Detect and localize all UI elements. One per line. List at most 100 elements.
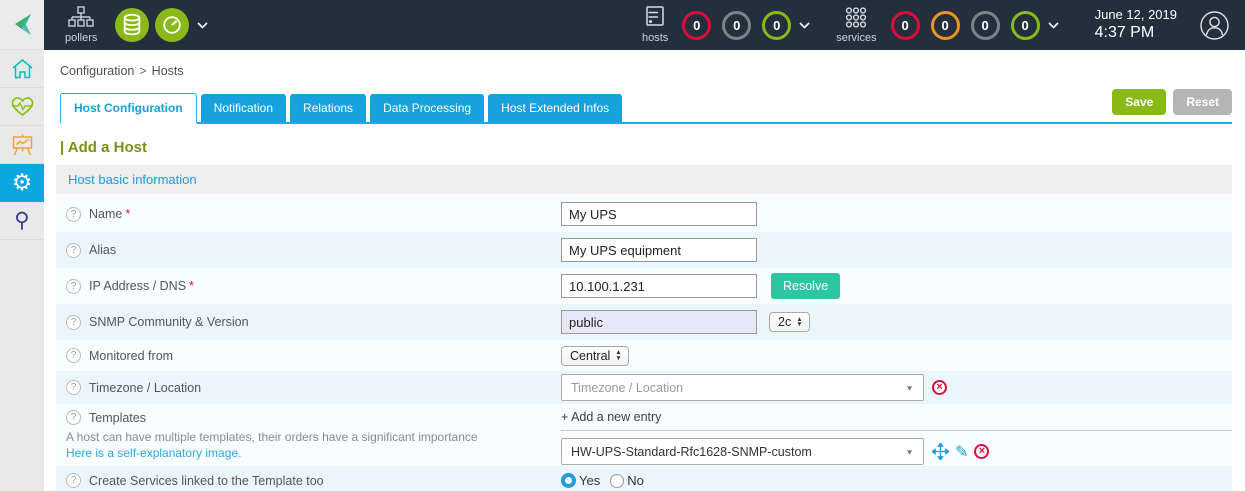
- current-time: 4:37 PM: [1095, 23, 1177, 43]
- tab-relations[interactable]: Relations: [290, 94, 366, 122]
- template-selected-value: HW-UPS-Standard-Rfc1628-SNMP-custom: [571, 445, 812, 459]
- topbar-main: pollers hosts: [44, 0, 1245, 50]
- dropdown-arrow-icon: ▼: [905, 448, 914, 456]
- resolve-button[interactable]: Resolve: [771, 273, 840, 299]
- help-icon[interactable]: ?: [66, 473, 81, 488]
- create-services-label: Create Services linked to the Template t…: [89, 474, 324, 488]
- move-handle-icon[interactable]: [932, 443, 949, 460]
- timezone-placeholder: Timezone / Location: [571, 381, 683, 395]
- section-host-basic-information: Host basic information: [56, 165, 1232, 194]
- dropdown-arrow-icon: ▼: [905, 384, 914, 392]
- form-row-ip-address: ? IP Address / DNS * Resolve: [56, 268, 1232, 304]
- help-icon[interactable]: ?: [66, 410, 81, 425]
- poller-latency-status[interactable]: [155, 8, 189, 42]
- pollers-label: pollers: [65, 32, 97, 44]
- form-row-alias: ? Alias: [56, 232, 1232, 268]
- tab-data-processing[interactable]: Data Processing: [370, 94, 484, 122]
- heart-pulse-icon: [11, 96, 34, 117]
- sidebar: ⚙ ⚲: [0, 50, 44, 491]
- topbar: pollers hosts: [0, 0, 1245, 50]
- services-chevron-down-icon[interactable]: [1048, 22, 1059, 29]
- sidebar-item-home[interactable]: [0, 50, 44, 88]
- timezone-clear-icon[interactable]: ×: [932, 380, 947, 395]
- tab-host-extended-infos[interactable]: Host Extended Infos: [488, 94, 622, 122]
- alias-label: Alias: [89, 243, 116, 257]
- services-critical-counter[interactable]: 0: [891, 11, 920, 40]
- hosts-chevron-down-icon[interactable]: [799, 22, 810, 29]
- template-select[interactable]: HW-UPS-Standard-Rfc1628-SNMP-custom ▼: [561, 438, 924, 465]
- hosts-icon: [644, 6, 666, 30]
- services-unknown-counter[interactable]: 0: [971, 11, 1000, 40]
- reset-button[interactable]: Reset: [1173, 89, 1232, 115]
- services-ok-counter[interactable]: 0: [1011, 11, 1040, 40]
- help-icon[interactable]: ?: [66, 207, 81, 222]
- alias-input[interactable]: [561, 238, 757, 262]
- hosts-up-counter[interactable]: 0: [762, 11, 791, 40]
- tab-bar: Host Configuration Notification Relation…: [60, 89, 1232, 124]
- services-label: services: [836, 32, 876, 44]
- hosts-label: hosts: [642, 32, 668, 44]
- ip-address-input[interactable]: [561, 274, 757, 298]
- templates-note: A host can have multiple templates, thei…: [66, 430, 561, 444]
- clock: June 12, 2019 4:37 PM: [1095, 7, 1177, 43]
- tools-icon: ⚲: [14, 210, 29, 231]
- poller-database-status[interactable]: [115, 8, 149, 42]
- hosts-menu[interactable]: hosts: [642, 6, 668, 44]
- home-icon: [11, 58, 34, 80]
- yes-label: Yes: [579, 473, 600, 488]
- edit-pencil-icon[interactable]: ✎: [955, 442, 968, 462]
- services-warning-counter[interactable]: 0: [931, 11, 960, 40]
- breadcrumb-hosts[interactable]: Hosts: [152, 64, 184, 78]
- snmp-label: SNMP Community & Version: [89, 315, 249, 329]
- form: ? Name * ? Alias ? IP Address / DNS *: [56, 196, 1232, 491]
- help-icon[interactable]: ?: [66, 315, 81, 330]
- ip-address-label: IP Address / DNS: [89, 279, 186, 293]
- pollers-menu[interactable]: pollers: [65, 6, 97, 44]
- help-icon[interactable]: ?: [66, 243, 81, 258]
- monitored-from-select[interactable]: Central ▲▼: [561, 346, 629, 366]
- breadcrumb: Configuration > Hosts: [44, 50, 1245, 78]
- hosts-unreachable-counter[interactable]: 0: [722, 11, 751, 40]
- sidebar-item-administration[interactable]: ⚲: [0, 202, 44, 240]
- database-icon: [121, 13, 143, 37]
- add-template-entry-link[interactable]: + Add a new entry: [561, 410, 1232, 431]
- centreon-logo[interactable]: [0, 0, 44, 50]
- required-asterisk: *: [189, 279, 194, 293]
- tab-notification[interactable]: Notification: [201, 94, 286, 122]
- help-icon[interactable]: ?: [66, 380, 81, 395]
- form-row-templates: ? Templates A host can have multiple tem…: [56, 404, 1232, 466]
- timezone-select[interactable]: Timezone / Location ▼: [561, 374, 924, 401]
- snmp-version-select[interactable]: 2c ▲▼: [769, 312, 810, 332]
- services-menu[interactable]: services: [836, 6, 876, 44]
- name-input[interactable]: [561, 202, 757, 226]
- sidebar-item-monitoring[interactable]: [0, 88, 44, 126]
- sidebar-item-configuration[interactable]: ⚙: [0, 164, 44, 202]
- no-label: No: [627, 473, 644, 488]
- services-icon: [844, 6, 868, 30]
- form-row-timezone: ? Timezone / Location Timezone / Locatio…: [56, 371, 1232, 404]
- templates-help-link[interactable]: Here is a self-explanatory image.: [66, 446, 561, 460]
- help-icon[interactable]: ?: [66, 348, 81, 363]
- save-button[interactable]: Save: [1112, 89, 1166, 115]
- form-row-monitored-from: ? Monitored from Central ▲▼: [56, 340, 1232, 371]
- select-spinner-icon: ▲▼: [615, 350, 621, 361]
- form-row-snmp: ? SNMP Community & Version 2c ▲▼: [56, 304, 1232, 340]
- help-icon[interactable]: ?: [66, 279, 81, 294]
- sidebar-item-reporting[interactable]: [0, 126, 44, 164]
- breadcrumb-separator: >: [139, 64, 146, 78]
- template-delete-icon[interactable]: ×: [974, 444, 989, 459]
- user-profile-icon[interactable]: [1199, 10, 1230, 41]
- centreon-logo-icon: [9, 11, 36, 38]
- select-spinner-icon: ▲▼: [796, 317, 802, 328]
- pollers-chevron-down-icon[interactable]: [197, 22, 208, 29]
- create-services-yes-radio[interactable]: [561, 473, 576, 488]
- create-services-no-radio[interactable]: [610, 474, 624, 488]
- timezone-label: Timezone / Location: [89, 381, 201, 395]
- snmp-community-input[interactable]: [561, 310, 757, 334]
- chart-easel-icon: [11, 134, 34, 156]
- hosts-down-counter[interactable]: 0: [682, 11, 711, 40]
- name-label: Name: [89, 207, 122, 221]
- gauge-icon: [161, 14, 183, 36]
- breadcrumb-configuration[interactable]: Configuration: [60, 64, 134, 78]
- tab-host-configuration[interactable]: Host Configuration: [60, 93, 197, 124]
